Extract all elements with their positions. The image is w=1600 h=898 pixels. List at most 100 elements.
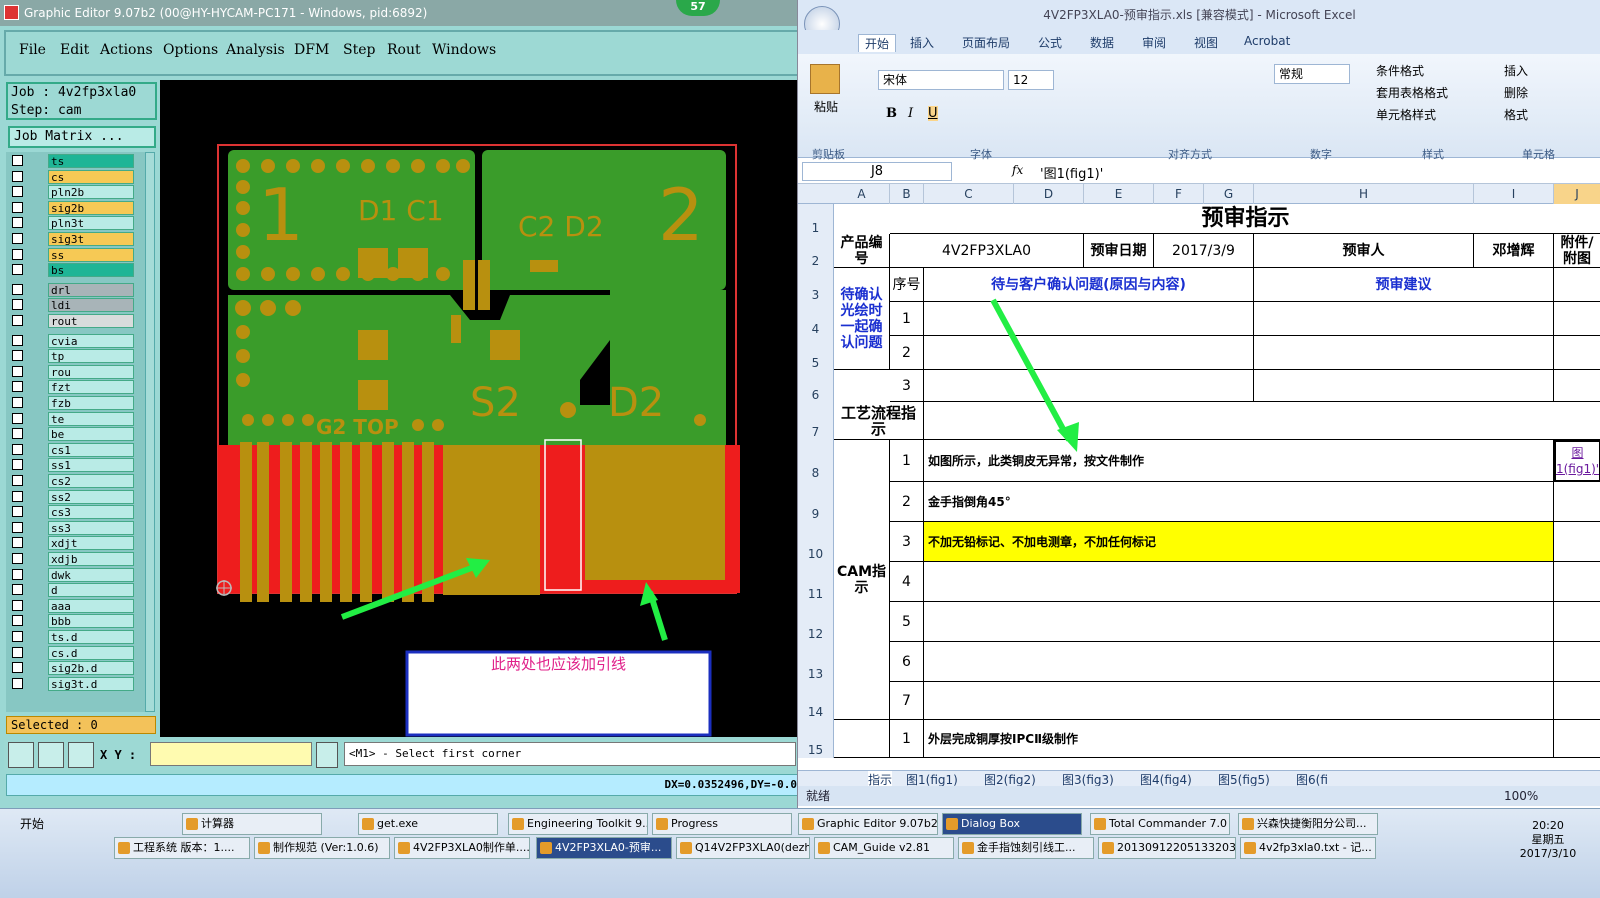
layer-checkbox[interactable] <box>12 662 23 674</box>
layer-checkbox[interactable] <box>12 428 23 440</box>
format-cells-button[interactable]: 格式 <box>1504 106 1528 123</box>
column-header[interactable]: B <box>890 184 924 204</box>
layer-row[interactable]: ts.d <box>10 630 134 644</box>
taskbar-button[interactable]: 制作规范 (Ver:1.0.6) <box>254 837 390 859</box>
menu-options[interactable]: Options <box>163 42 218 58</box>
number-format-select[interactable]: 常规 <box>1274 64 1350 84</box>
insert-cells-button[interactable]: 插入 <box>1504 62 1528 79</box>
layer-row[interactable]: te <box>10 411 134 426</box>
cam-item[interactable] <box>924 682 1554 720</box>
pcb-canvas[interactable]: 1 2 D1 C1 C2 D2 S2 D2 G2 TOP 此两处也应该加引线 <box>160 80 797 737</box>
seq-cell[interactable]: 5 <box>890 602 924 642</box>
menu-step[interactable]: Step <box>343 42 375 58</box>
empty-cell[interactable] <box>1554 482 1600 522</box>
taskbar-button[interactable]: 兴森快捷衡阳分公司... <box>1238 813 1378 835</box>
seq-header[interactable]: 序号 <box>890 268 924 302</box>
layer-checkbox[interactable] <box>12 264 23 276</box>
tab-home[interactable]: 开始 <box>858 34 897 52</box>
column-header[interactable]: H <box>1254 184 1474 204</box>
tab-page-layout[interactable]: 页面布局 <box>962 34 1010 51</box>
taskbar-button[interactable]: get.exe <box>358 813 498 835</box>
seq-cell[interactable]: 1 <box>890 302 924 336</box>
zoom-fit-icon[interactable] <box>8 742 34 768</box>
seq-cell[interactable]: 7 <box>890 682 924 720</box>
process-cell[interactable] <box>924 402 1600 440</box>
layer-row[interactable]: drl <box>10 282 134 297</box>
layer-row[interactable]: ss3 <box>10 520 134 535</box>
pending-cell[interactable] <box>924 336 1254 370</box>
layer-row[interactable]: ss1 <box>10 458 134 473</box>
bold-button[interactable]: B <box>886 106 897 121</box>
taskbar-button[interactable]: 20130912205133203... <box>1098 837 1236 859</box>
row-header[interactable]: 7 <box>798 402 834 440</box>
empty-cell[interactable] <box>1554 602 1600 642</box>
layer-checkbox[interactable] <box>12 599 23 611</box>
layer-checkbox[interactable] <box>12 506 23 518</box>
format-as-table-button[interactable]: 套用表格格式 <box>1376 84 1448 101</box>
row-header[interactable]: 12 <box>798 602 834 642</box>
layer-row[interactable]: pln3t <box>10 216 134 231</box>
link-cell[interactable]: 图1(fig1)' <box>1554 440 1600 482</box>
layer-checkbox[interactable] <box>12 631 23 642</box>
review-date-label[interactable]: 预审日期 <box>1084 234 1154 268</box>
layer-checkbox[interactable] <box>12 186 23 198</box>
layer-row[interactable]: ts <box>10 154 134 168</box>
empty-cell[interactable] <box>1554 562 1600 602</box>
taskbar-button[interactable]: Total Commander 7.0 ... <box>1090 813 1230 835</box>
layer-checkbox[interactable] <box>12 646 23 658</box>
cam-item[interactable]: 金手指倒角45° <box>924 482 1554 522</box>
layer-checkbox[interactable] <box>12 248 23 260</box>
layer-row[interactable]: be <box>10 427 134 442</box>
layer-checkbox[interactable] <box>12 568 23 580</box>
row-header[interactable]: 15 <box>798 720 834 758</box>
column-header[interactable]: F <box>1154 184 1204 204</box>
font-size-select[interactable]: 12 <box>1008 70 1054 90</box>
layer-checkbox[interactable] <box>12 521 23 533</box>
empty-cell[interactable] <box>1554 268 1600 302</box>
tab-data[interactable]: 数据 <box>1090 34 1114 51</box>
layer-checkbox[interactable] <box>12 490 23 502</box>
product-no-label[interactable]: 产品编号 <box>834 234 890 268</box>
pending-label[interactable]: 待确认光绘时一起确认问题 <box>834 268 890 370</box>
taskbar-button[interactable]: CAM_Guide v2.81 <box>814 837 954 859</box>
seq-cell[interactable]: 2 <box>890 336 924 370</box>
reviewer-value[interactable]: 邓增辉 <box>1474 234 1554 268</box>
row-header[interactable]: 1 <box>798 204 834 235</box>
fx-icon[interactable]: fx <box>1012 163 1023 177</box>
delete-cells-button[interactable]: 删除 <box>1504 84 1528 101</box>
layer-row[interactable]: dwk <box>10 567 134 582</box>
seq-cell[interactable]: 1 <box>890 440 924 482</box>
layer-checkbox[interactable] <box>12 170 23 182</box>
name-box[interactable]: J8 <box>802 162 952 181</box>
empty-cell[interactable] <box>1554 522 1600 562</box>
empty-cell[interactable] <box>1554 336 1600 370</box>
seq-cell[interactable]: 3 <box>890 370 924 402</box>
column-header[interactable]: J <box>1554 184 1600 204</box>
layer-row[interactable]: pln2b <box>10 185 134 200</box>
layer-checkbox[interactable] <box>12 459 23 471</box>
layer-checkbox[interactable] <box>12 155 23 166</box>
layer-checkbox[interactable] <box>12 201 23 213</box>
layer-row[interactable]: sig2b <box>10 200 134 215</box>
layer-checkbox[interactable] <box>12 615 23 627</box>
menu-dfm[interactable]: DFM <box>294 42 329 58</box>
advice-cell[interactable] <box>1254 336 1554 370</box>
layer-row[interactable]: rout <box>10 314 134 328</box>
layer-row[interactable]: cs <box>10 169 134 184</box>
pending-header[interactable]: 待与客户确认问题(原因与内容) <box>924 268 1254 302</box>
empty-cell[interactable] <box>1554 720 1600 758</box>
conditional-format-button[interactable]: 条件格式 <box>1376 62 1424 79</box>
taskbar-button[interactable]: 工程系统 版本：1.... <box>114 837 250 859</box>
layer-row[interactable]: sig3t.d <box>10 676 134 691</box>
row-header[interactable]: 5 <box>798 336 834 370</box>
layer-row[interactable]: fzb <box>10 396 134 410</box>
font-name-select[interactable]: 宋体 <box>878 70 1004 90</box>
grid-icon[interactable] <box>68 742 94 768</box>
xy-input[interactable] <box>150 742 312 766</box>
empty-cell[interactable] <box>1554 302 1600 336</box>
row-header[interactable]: 11 <box>798 562 834 602</box>
paste-icon[interactable] <box>810 64 840 94</box>
menu-analysis[interactable]: Analysis <box>226 42 285 58</box>
layer-checkbox[interactable] <box>12 334 23 346</box>
layer-checkbox[interactable] <box>12 350 23 362</box>
